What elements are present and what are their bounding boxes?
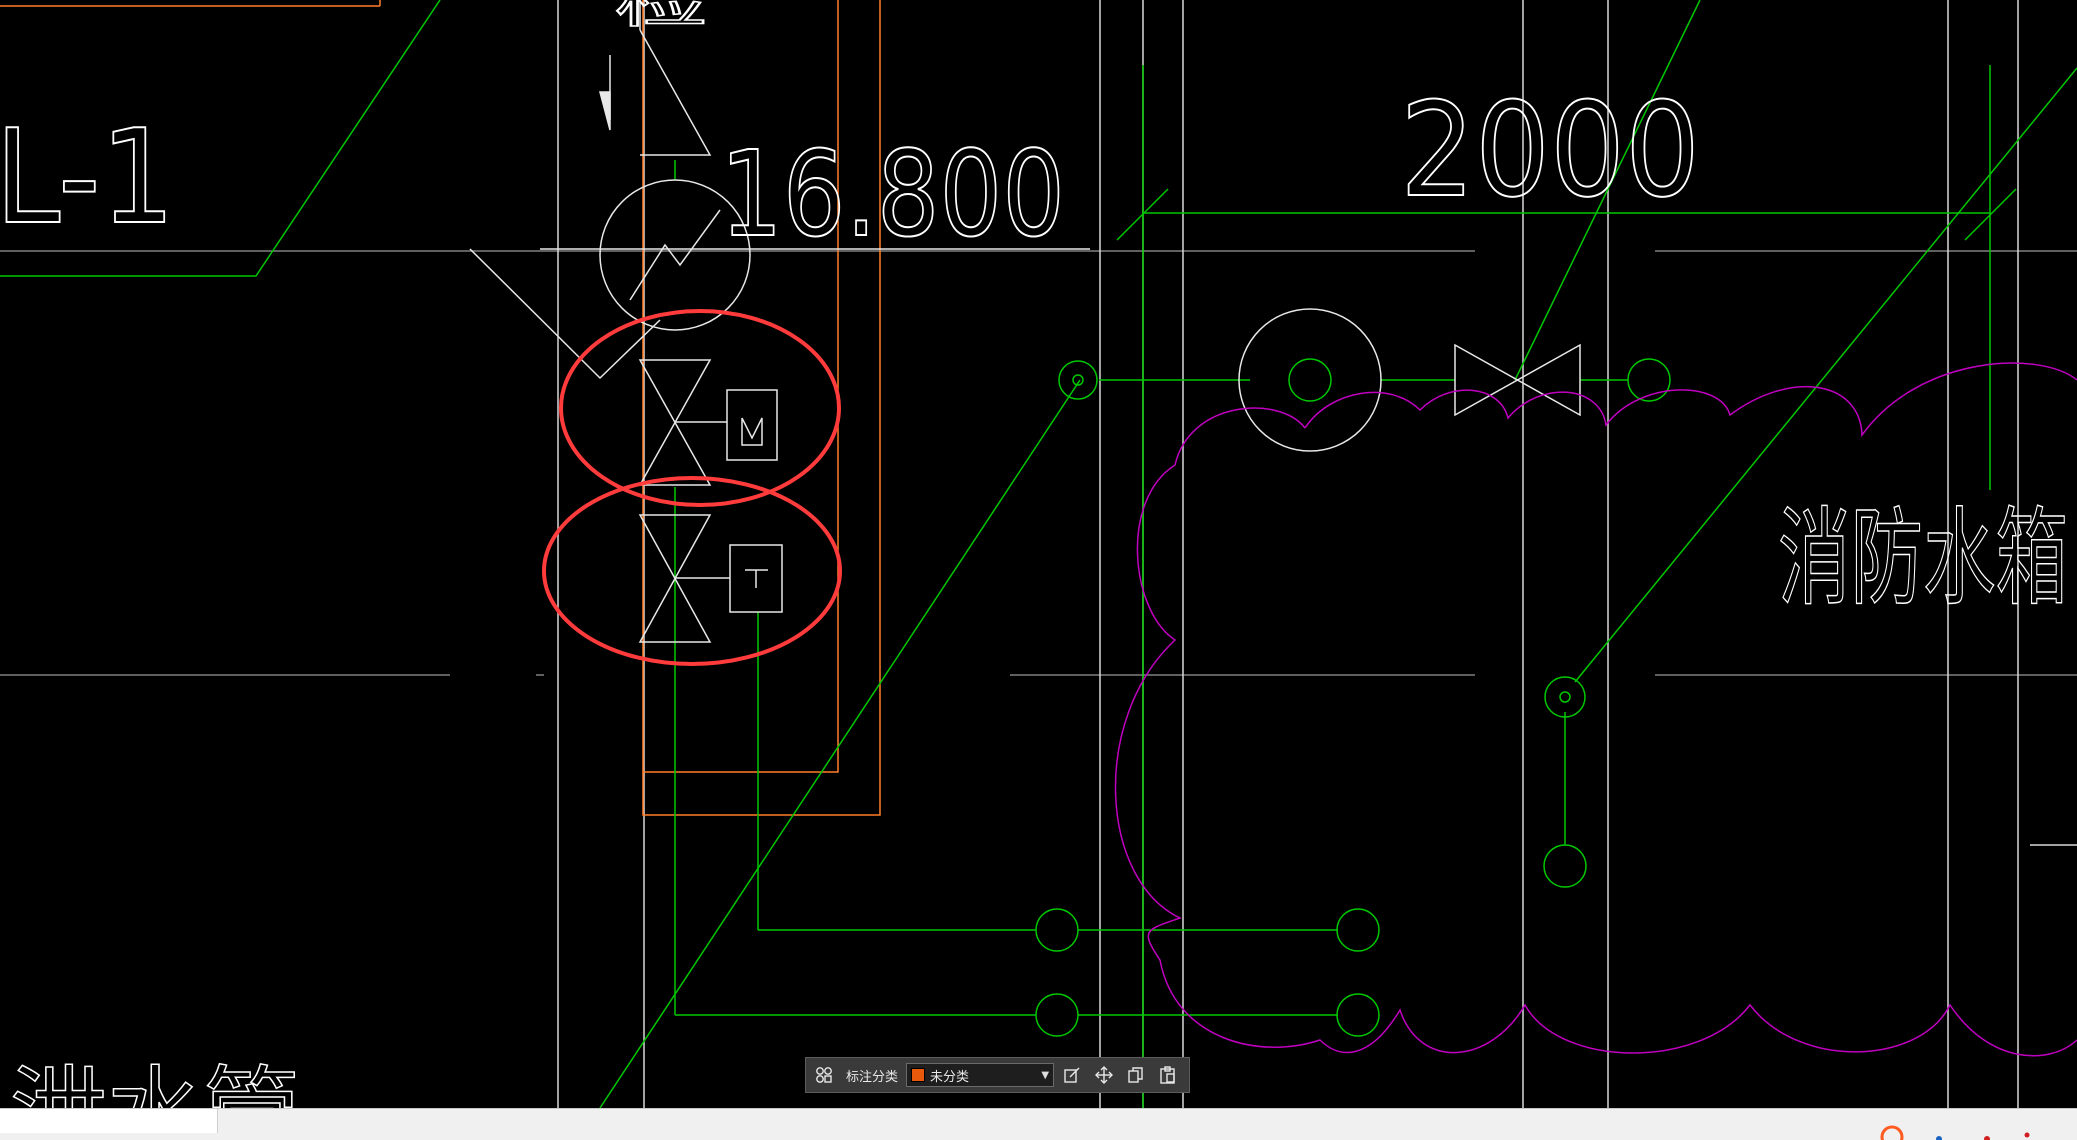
annotation-toolbar: 标注分类 未分类 ▼ bbox=[805, 1057, 1190, 1093]
category-select[interactable]: 未分类 ▼ bbox=[906, 1063, 1055, 1087]
command-line-input[interactable] bbox=[0, 1109, 218, 1133]
pipe-fittings bbox=[1035, 358, 1671, 1037]
axis-lines bbox=[0, 250, 2077, 676]
chevron-down-icon: ▼ bbox=[1041, 1069, 1050, 1081]
highlight-marks bbox=[542, 309, 842, 666]
category-value: 未分类 bbox=[930, 1069, 970, 1085]
edit-icon[interactable] bbox=[1058, 1061, 1086, 1089]
cad-canvas[interactable]: 16.800 2000 消防水箱 L-1 泄水管 检 标注分类 未分类 ▼ bbox=[0, 0, 2077, 1140]
paste-icon[interactable] bbox=[1154, 1061, 1182, 1089]
revision-cloud bbox=[1114, 362, 2077, 1057]
top-label: 检 bbox=[614, 0, 709, 35]
category-color-swatch bbox=[911, 1068, 926, 1082]
tank-label: 消防水箱 bbox=[1778, 497, 2068, 620]
grid-icon[interactable] bbox=[810, 1061, 838, 1089]
copy-icon[interactable] bbox=[1122, 1061, 1150, 1089]
category-label: 标注分类 bbox=[846, 1069, 899, 1085]
elevation-label: 16.800 bbox=[720, 125, 1065, 263]
move-icon[interactable] bbox=[1090, 1061, 1118, 1089]
app-logo-icon bbox=[1880, 1125, 2030, 1140]
drawing-viewport[interactable]: 16.800 2000 消防水箱 L-1 泄水管 检 bbox=[0, 0, 2077, 1140]
dimension-label: 2000 bbox=[1400, 74, 1700, 226]
status-bar bbox=[0, 1108, 2077, 1140]
riser-label: L-1 bbox=[0, 101, 175, 253]
